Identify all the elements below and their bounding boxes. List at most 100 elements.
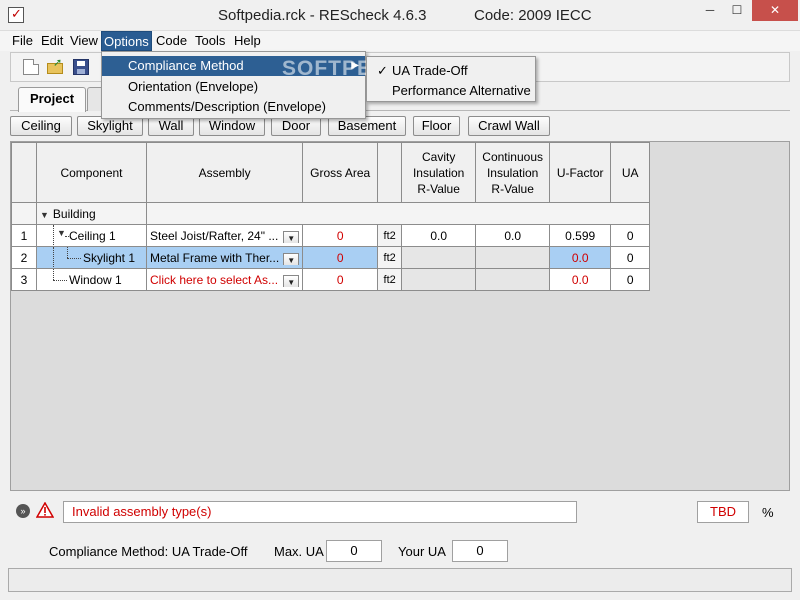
tree-line	[53, 269, 54, 280]
wall-button[interactable]: Wall	[148, 116, 194, 136]
unit-cell: ft2	[377, 246, 403, 269]
header-ua[interactable]: UA	[610, 142, 651, 203]
component-grid-area: Component Assembly Gross Area Cavity Ins…	[10, 141, 790, 491]
row-number: 1	[11, 224, 37, 247]
tab-project[interactable]: Project	[18, 87, 86, 112]
max-ua-field: 0	[326, 540, 382, 562]
unit-cell: ft2	[377, 224, 403, 247]
group-row-number	[11, 202, 37, 225]
tree-line	[53, 225, 54, 246]
assembly-dropdown-icon[interactable]: ▼	[283, 230, 300, 243]
ua-cell: 0	[610, 224, 651, 247]
warning-icon	[36, 502, 54, 518]
save-disk-icon[interactable]	[73, 59, 89, 75]
status-bar	[8, 568, 792, 592]
door-button[interactable]: Door	[271, 116, 321, 136]
max-ua-label: Max. UA	[274, 544, 324, 559]
warning-triangle-icon	[36, 502, 54, 518]
component-cell[interactable]: ▼ Ceiling 1	[36, 224, 147, 247]
header-component[interactable]: Component	[36, 142, 147, 203]
menu-item-performance-alternative[interactable]: Performance Alternative	[367, 81, 535, 101]
validation-message: Invalid assembly type(s)	[63, 501, 577, 523]
compliance-method-label: Compliance Method: UA Trade-Off	[49, 544, 248, 559]
building-group-label[interactable]: ▼ Building	[36, 202, 147, 225]
gross-area-cell[interactable]: 0	[302, 224, 379, 247]
menu-code[interactable]: Code	[154, 33, 189, 48]
u-factor-cell[interactable]: 0.599	[549, 224, 612, 247]
title-bar: Softpedia.rck - REScheck 4.6.3 Code: 200…	[0, 0, 800, 31]
your-ua-label: Your UA	[398, 544, 446, 559]
menu-view[interactable]: View	[68, 33, 100, 48]
collapse-caret-icon[interactable]: ▼	[40, 210, 49, 220]
ceiling-button[interactable]: Ceiling	[10, 116, 72, 136]
row-number: 3	[11, 268, 37, 291]
percent-label: %	[762, 505, 774, 520]
table-row[interactable]: 3 Window 1 Click here to select As... ▼ 0…	[11, 268, 651, 291]
component-table: Component Assembly Gross Area Cavity Ins…	[11, 142, 651, 291]
menu-edit[interactable]: Edit	[39, 33, 65, 48]
menu-help[interactable]: Help	[232, 33, 263, 48]
menu-item-compliance-method[interactable]: Compliance Method ▶	[102, 56, 365, 76]
skylight-button[interactable]: Skylight	[77, 116, 143, 136]
tree-line	[53, 247, 54, 268]
menu-item-orientation[interactable]: Orientation (Envelope)	[102, 77, 365, 97]
assembly-cell[interactable]: Steel Joist/Rafter, 24" ... ▼	[145, 224, 304, 247]
assembly-cell[interactable]: Click here to select As... ▼	[145, 268, 304, 291]
window-button[interactable]: Window	[199, 116, 265, 136]
close-button[interactable]: ✕	[752, 0, 798, 21]
menu-options[interactable]: Options	[101, 31, 152, 51]
collapse-chevron-icon[interactable]: »	[16, 504, 30, 518]
app-icon[interactable]	[8, 6, 24, 23]
menu-tools[interactable]: Tools	[193, 33, 227, 48]
cavity-r-value-cell[interactable]: 0.0	[401, 224, 477, 247]
cavity-r-value-cell	[401, 246, 477, 269]
header-continuous-insulation[interactable]: Continuous Insulation R-Value	[475, 142, 551, 203]
new-file-icon[interactable]	[23, 59, 39, 75]
open-folder-icon[interactable]: ➚	[47, 57, 63, 75]
check-icon: ✓	[377, 63, 388, 78]
maximize-button[interactable]: ☐	[724, 0, 750, 21]
submenu-arrow-icon: ▶	[351, 60, 359, 71]
continuous-r-value-cell[interactable]: 0.0	[475, 224, 551, 247]
assembly-cell[interactable]: Metal Frame with Ther... ▼	[145, 246, 304, 269]
options-menu: Compliance Method ▶ Orientation (Envelop…	[101, 51, 366, 119]
table-row[interactable]: 2 Skylight 1 Metal Frame with Ther... ▼ 0…	[11, 246, 651, 269]
floor-button[interactable]: Floor	[413, 116, 460, 136]
compliance-method-submenu: ✓ UA Trade-Off Performance Alternative	[366, 56, 536, 102]
gross-area-cell[interactable]: 0	[302, 246, 379, 269]
table-row[interactable]: 1 ▼ Ceiling 1 Steel Joist/Rafter, 24" ..…	[11, 224, 651, 247]
building-group-row[interactable]: ▼ Building	[11, 202, 651, 225]
tree-line	[53, 280, 67, 281]
menu-item-ua-trade-off[interactable]: ✓ UA Trade-Off	[367, 61, 535, 81]
assembly-dropdown-icon[interactable]: ▼	[283, 274, 300, 287]
your-ua-field: 0	[452, 540, 508, 562]
crawl-wall-button[interactable]: Crawl Wall	[468, 116, 550, 136]
component-cell[interactable]: Skylight 1	[36, 246, 147, 269]
continuous-r-value-cell	[475, 246, 551, 269]
code-version-title: Code: 2009 IECC	[474, 7, 592, 24]
tree-line	[67, 247, 68, 258]
window-title: Softpedia.rck - REScheck 4.6.3	[218, 7, 427, 24]
row-number: 2	[11, 246, 37, 269]
header-unit	[377, 142, 403, 203]
header-gross-area[interactable]: Gross Area	[302, 142, 379, 203]
minimize-button[interactable]: ─	[697, 0, 723, 21]
tree-line	[67, 258, 81, 259]
header-assembly[interactable]: Assembly	[145, 142, 304, 203]
gross-area-cell[interactable]: 0	[302, 268, 379, 291]
unit-cell: ft2	[377, 268, 403, 291]
menu-file[interactable]: File	[10, 33, 35, 48]
continuous-r-value-cell	[475, 268, 551, 291]
header-row-number	[11, 142, 37, 203]
menu-item-comments-description[interactable]: Comments/Description (Envelope)	[102, 97, 365, 117]
menu-bar: File Edit View Options Code Tools Help	[0, 31, 800, 51]
basement-button[interactable]: Basement	[328, 116, 406, 136]
u-factor-cell[interactable]: 0.0	[549, 246, 612, 269]
ua-cell: 0	[610, 268, 651, 291]
assembly-dropdown-icon[interactable]: ▼	[283, 252, 300, 265]
header-cavity-insulation[interactable]: Cavity Insulation R-Value	[401, 142, 477, 203]
compliance-result-badge: TBD	[697, 501, 749, 523]
u-factor-cell[interactable]: 0.0	[549, 268, 612, 291]
component-cell[interactable]: Window 1	[36, 268, 147, 291]
header-u-factor[interactable]: U-Factor	[549, 142, 612, 203]
